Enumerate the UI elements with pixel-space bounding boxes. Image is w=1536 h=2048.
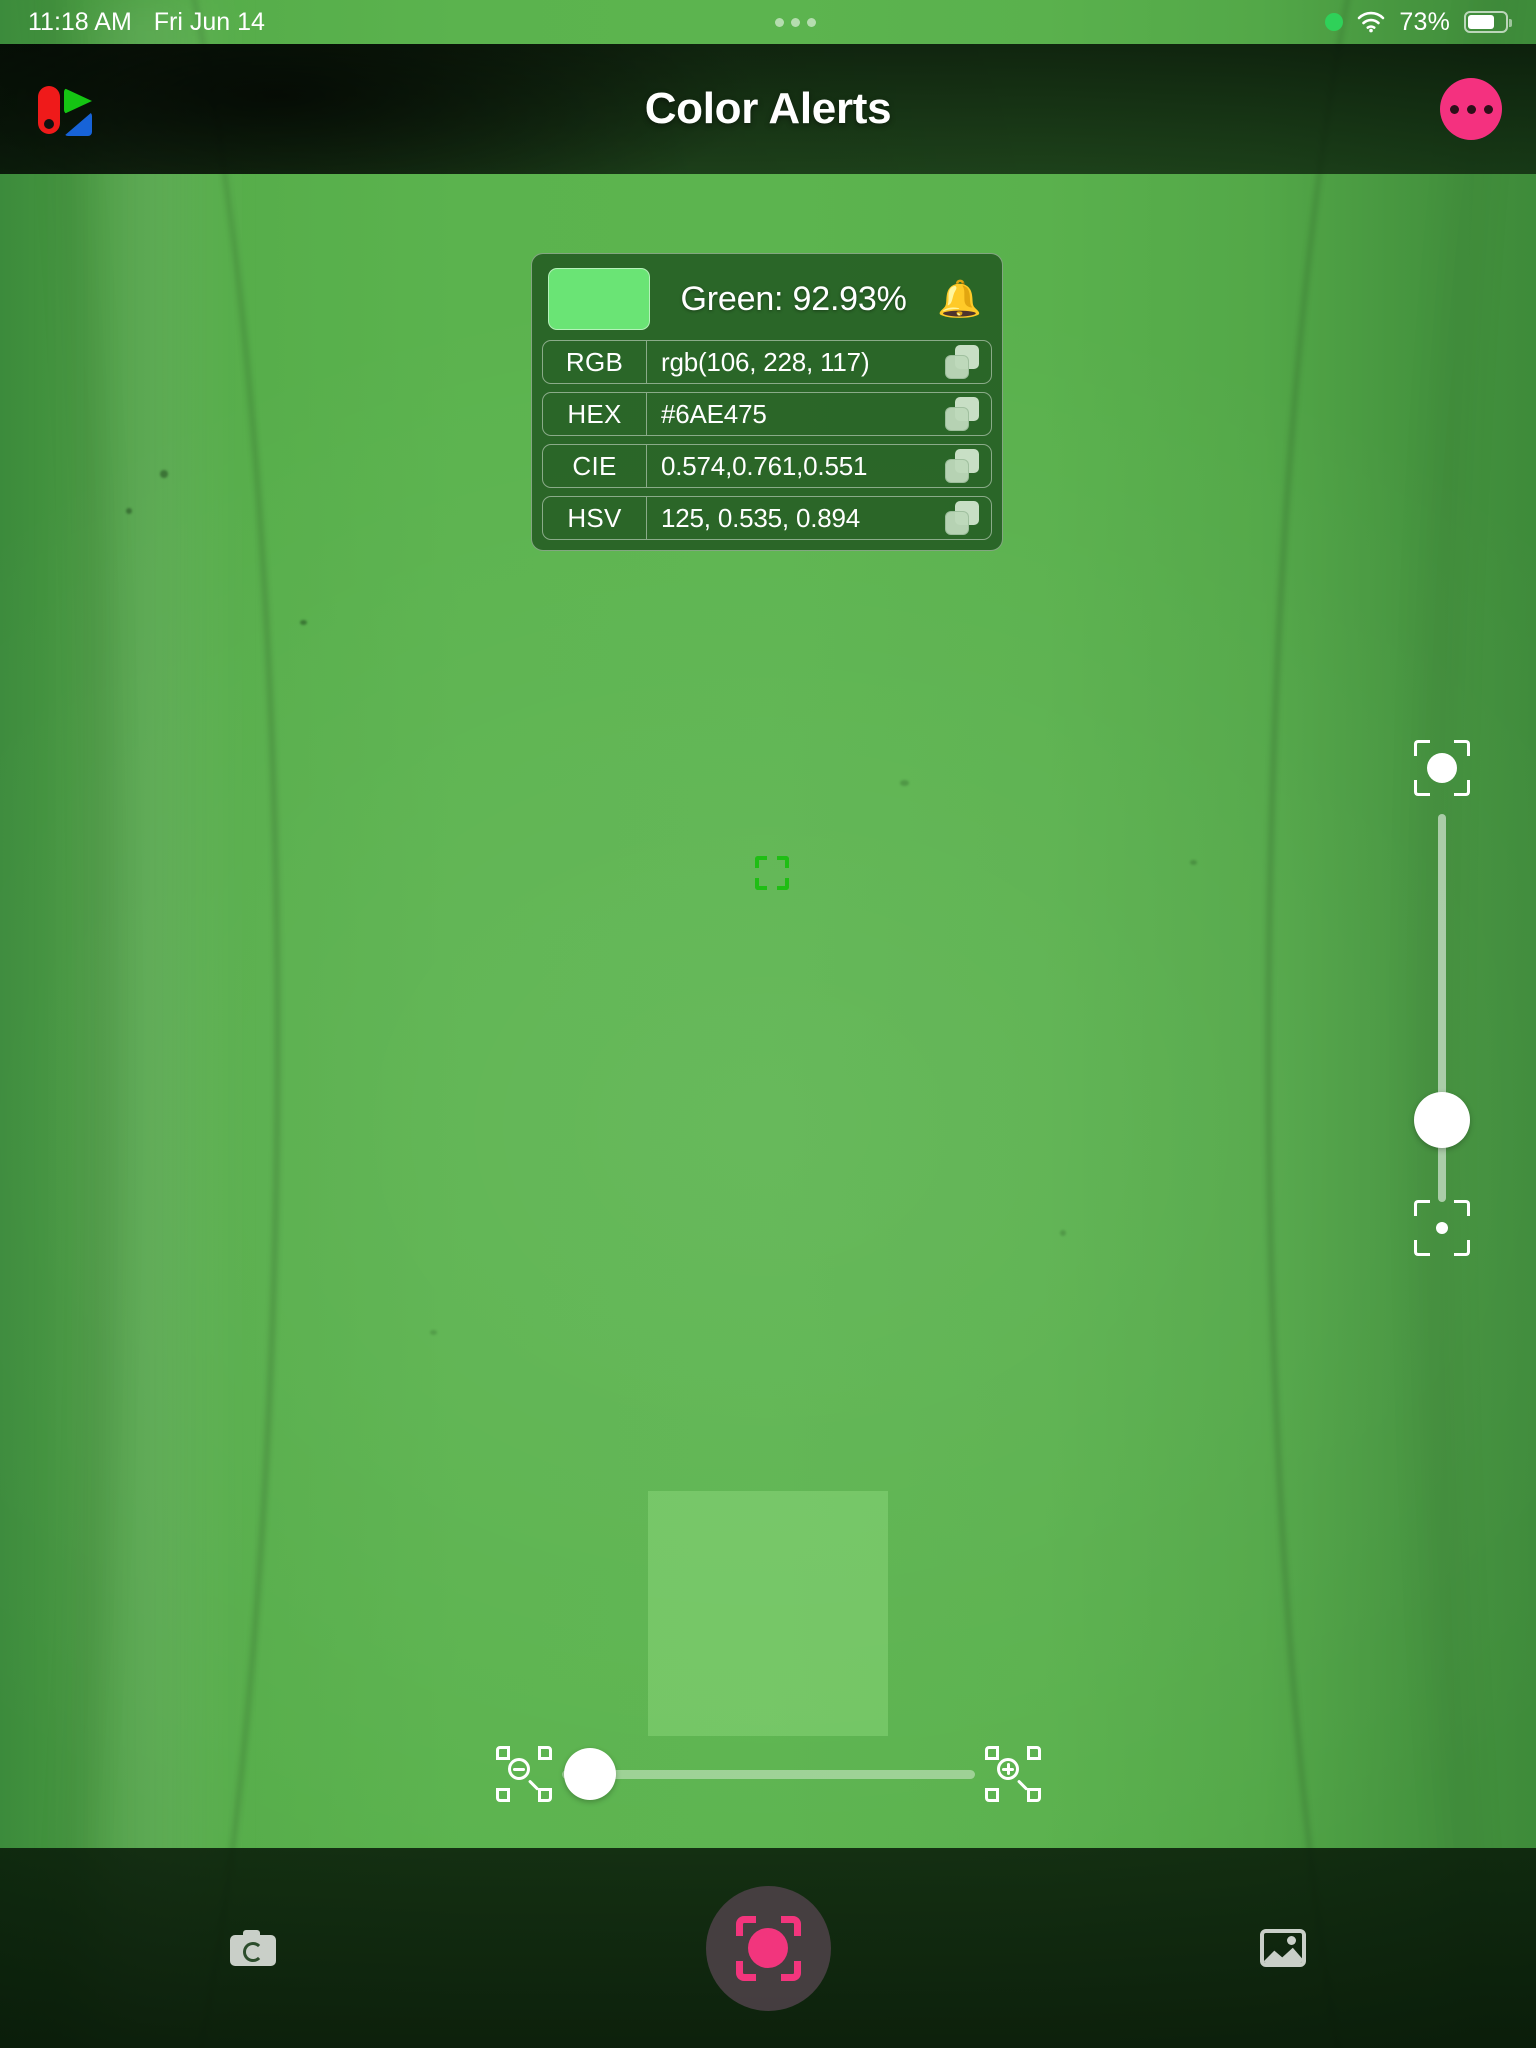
color-format-label: CIE <box>543 445 647 487</box>
capture-button[interactable] <box>705 1885 831 2011</box>
large-sample-area-icon[interactable] <box>1414 740 1470 796</box>
color-format-label: HSV <box>543 497 647 539</box>
copy-icon[interactable] <box>945 397 979 431</box>
copy-icon[interactable] <box>945 345 979 379</box>
color-value-row: HSV 125, 0.535, 0.894 <box>542 496 992 540</box>
zoom-out-icon[interactable] <box>496 1746 552 1802</box>
zoom-slider-track[interactable] <box>562 1769 975 1779</box>
dot-icon <box>1466 104 1476 114</box>
surface-speck <box>126 508 132 514</box>
color-summary-label: Green: 92.93% <box>680 279 907 318</box>
photo-gallery-icon[interactable] <box>1260 1929 1306 1967</box>
zoom-slider[interactable] <box>496 1742 1041 1806</box>
surface-speck <box>1060 1230 1066 1236</box>
color-format-value: rgb(106, 228, 117) <box>661 346 870 377</box>
overflow-menu-button[interactable] <box>1440 78 1502 140</box>
color-alerts-logo <box>34 80 92 138</box>
copy-icon[interactable] <box>945 501 979 535</box>
battery-icon <box>1464 11 1512 33</box>
surface-speck <box>1190 860 1197 865</box>
bottom-toolbar <box>0 1848 1536 2048</box>
surface-speck <box>300 620 307 625</box>
color-format-label: RGB <box>543 341 647 383</box>
status-date: Fri Jun 14 <box>153 7 265 36</box>
color-format-value: 125, 0.535, 0.894 <box>661 502 861 533</box>
color-panel-header: Green: 92.93% 🔔 <box>542 264 992 340</box>
color-swatch <box>548 268 650 330</box>
dot-icon <box>1483 104 1493 114</box>
dot-icon <box>1449 104 1459 114</box>
copy-icon[interactable] <box>945 449 979 483</box>
dynamic-island-dots-icon <box>774 17 816 27</box>
app-header: Color Alerts <box>0 44 1536 174</box>
color-value-row: RGB rgb(106, 228, 117) <box>542 340 992 384</box>
flip-camera-icon[interactable] <box>230 1930 276 1966</box>
color-format-value: #6AE475 <box>661 398 767 429</box>
color-value-row: HEX #6AE475 <box>542 392 992 436</box>
color-info-panel: Green: 92.93% 🔔 RGB rgb(106, 228, 117) HEX… <box>531 253 1003 551</box>
zoom-in-icon[interactable] <box>985 1746 1041 1802</box>
surface-speck <box>430 1330 437 1335</box>
zoom-slider-track-wrap[interactable] <box>562 1746 975 1802</box>
small-sample-area-icon[interactable] <box>1414 1200 1470 1256</box>
surface-highlight <box>55 0 235 2048</box>
recording-dot-icon <box>1325 13 1344 31</box>
status-bar: 11:18 AM Fri Jun 14 73% <box>0 0 1536 44</box>
color-value-rows: RGB rgb(106, 228, 117) HEX #6AE475 CIE 0.574,… <box>542 340 992 540</box>
battery-percent: 73% <box>1399 7 1450 36</box>
color-sample-preview <box>648 1491 888 1736</box>
zoom-slider-thumb[interactable] <box>564 1748 616 1800</box>
color-format-label: HEX <box>543 393 647 435</box>
wifi-icon <box>1357 11 1385 33</box>
center-reticle-icon <box>755 856 789 890</box>
surface-speck <box>900 780 909 786</box>
status-time: 11:18 AM <box>28 7 132 36</box>
sample-size-slider-thumb[interactable] <box>1414 1092 1470 1148</box>
alert-bell-icon[interactable]: 🔔 <box>937 281 982 317</box>
app-root: 11:18 AM Fri Jun 14 73% Color Alerts Gre… <box>0 0 1536 2048</box>
surface-speck <box>160 470 168 478</box>
sample-size-slider[interactable] <box>1390 740 1494 1280</box>
color-value-row: CIE 0.574,0.761,0.551 <box>542 444 992 488</box>
page-title: Color Alerts <box>644 84 892 133</box>
color-format-value: 0.574,0.761,0.551 <box>661 450 868 481</box>
